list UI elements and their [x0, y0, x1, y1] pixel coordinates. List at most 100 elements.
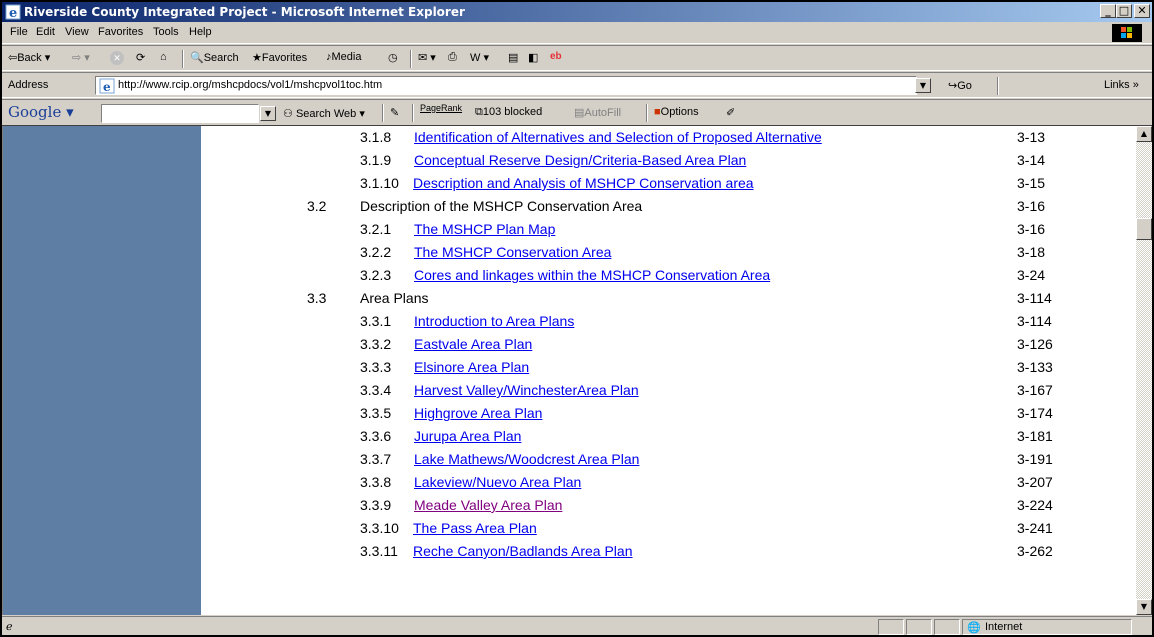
toc-link[interactable]: Highgrove Area Plan: [414, 405, 542, 421]
print-button[interactable]: ⎙: [448, 51, 457, 64]
window-title: Riverside County Integrated Project - Mi…: [24, 5, 465, 19]
toc-page-number: 3-15: [1017, 175, 1046, 191]
messenger-button[interactable]: ◧: [528, 51, 538, 64]
toc-link[interactable]: The MSHCP Conservation Area: [414, 244, 611, 260]
browser-window: e Riverside County Integrated Project - …: [0, 0, 1154, 637]
page-content: 3.1.8 Identification of Alternatives and …: [2, 126, 1136, 615]
toc-section-number: 3.3.3: [360, 359, 392, 375]
toc-link[interactable]: Lake Mathews/Woodcrest Area Plan: [414, 451, 639, 467]
address-field[interactable]: e http://www.rcip.org/mshcpdocs/vol1/msh…: [95, 76, 917, 95]
go-button[interactable]: ↪Go: [948, 79, 972, 92]
home-button[interactable]: ⌂: [160, 51, 167, 63]
toc-link[interactable]: The MSHCP Plan Map: [414, 221, 555, 237]
toc-row: 3.3.4 Harvest Valley/WinchesterArea Plan 3…: [3, 379, 1136, 402]
toc-link[interactable]: Elsinore Area Plan: [414, 359, 529, 375]
refresh-button[interactable]: ⟳: [136, 51, 145, 64]
highlight-button[interactable]: ✎: [390, 106, 399, 119]
mail-button[interactable]: ✉ ▾: [418, 51, 436, 64]
windows-logo-icon: [1112, 24, 1142, 42]
scroll-up-button[interactable]: ▲: [1136, 126, 1152, 142]
title-bar[interactable]: e Riverside County Integrated Project - …: [2, 2, 1152, 22]
toc-link[interactable]: Eastvale Area Plan: [414, 336, 532, 352]
forward-button[interactable]: ⇨ ▾: [72, 51, 90, 64]
toc-page-number: 3-167: [1017, 382, 1053, 398]
history-button[interactable]: ◷: [388, 51, 398, 64]
toc-section-number: 3.3.6: [360, 428, 392, 444]
google-search-input[interactable]: [101, 104, 259, 123]
toolbar-separator: [646, 104, 648, 122]
toc-page-number: 3-174: [1017, 405, 1053, 421]
minimize-button[interactable]: _: [1100, 4, 1116, 18]
ebay-button[interactable]: eb: [550, 51, 562, 62]
toc-link[interactable]: Cores and linkages within the MSHCP Cons…: [414, 267, 770, 283]
toc-link[interactable]: Reche Canyon/Badlands Area Plan: [413, 543, 632, 559]
toc-link[interactable]: Harvest Valley/WinchesterArea Plan: [414, 382, 639, 398]
media-button[interactable]: ♪Media: [326, 51, 361, 63]
menu-edit[interactable]: Edit: [36, 26, 55, 38]
toc-page-number: 3-16: [1017, 221, 1046, 237]
forward-arrow-icon: ⇨ ▾: [72, 52, 90, 64]
toc-link[interactable]: Description and Analysis of MSHCP Conser…: [413, 175, 754, 191]
search-button[interactable]: 🔍Search: [190, 51, 239, 64]
toc-page-number: 3-24: [1017, 267, 1046, 283]
menu-tools[interactable]: Tools: [153, 26, 179, 38]
status-pane: [878, 619, 904, 635]
back-arrow-icon: ⇦: [8, 52, 18, 64]
google-toolbar: Google ▾ ▼ ⚇ Search Web ▾ ✎ PageRank ⧉10…: [2, 99, 1152, 126]
toc-row: 3.3.3 Elsinore Area Plan 3-133: [3, 356, 1136, 379]
toc-section-number: 3.3.7: [360, 451, 392, 467]
toc-section-number: 3.2.2: [360, 244, 392, 260]
standard-toolbar: ⇦Back ▾ ⇨ ▾ ✕ ⟳ ⌂ 🔍Search ★Favorites ♪Me…: [2, 45, 1152, 71]
toc-link[interactable]: Introduction to Area Plans: [414, 313, 574, 329]
scroll-thumb[interactable]: [1136, 218, 1152, 240]
address-bar: Address e http://www.rcip.org/mshcpdocs/…: [2, 72, 1152, 98]
toc-link[interactable]: Lakeview/Nuevo Area Plan: [414, 474, 581, 490]
vertical-scrollbar[interactable]: ▲ ▼: [1136, 126, 1152, 615]
discuss-button[interactable]: ▤: [508, 51, 518, 64]
scroll-down-button[interactable]: ▼: [1136, 599, 1152, 615]
toc-link[interactable]: Jurupa Area Plan: [414, 428, 521, 444]
toc-section-number: 3.3: [307, 290, 327, 306]
autofill-button[interactable]: ▤AutoFill: [574, 106, 621, 119]
back-button[interactable]: ⇦Back ▾: [8, 51, 50, 64]
popup-blocker-button[interactable]: ⧉103 blocked: [475, 106, 542, 119]
toc-page-number: 3-114: [1017, 313, 1052, 329]
menu-file[interactable]: File: [10, 26, 28, 38]
google-dropdown-button[interactable]: ▼: [260, 106, 276, 121]
stop-button[interactable]: ✕: [110, 51, 124, 65]
menu-view[interactable]: View: [65, 26, 89, 38]
toc-page-number: 3-18: [1017, 244, 1046, 260]
links-button[interactable]: Links »: [1104, 79, 1139, 91]
toc-link[interactable]: Conceptual Reserve Design/Criteria-Based…: [414, 152, 746, 168]
toc-row: 3.1.8 Identification of Alternatives and …: [3, 126, 1136, 149]
toc-link[interactable]: Meade Valley Area Plan: [414, 497, 562, 513]
favorites-button[interactable]: ★Favorites: [252, 51, 307, 64]
toc-section-number: 3.3.10: [360, 520, 399, 536]
home-icon: ⌂: [160, 51, 167, 63]
menu-favorites[interactable]: Favorites: [98, 26, 143, 38]
favorites-icon: ★: [252, 52, 262, 64]
toc-section-number: 3.1.9: [360, 152, 392, 168]
google-logo[interactable]: Google ▾: [8, 103, 74, 121]
pagerank-indicator[interactable]: PageRank: [420, 103, 462, 113]
menu-help[interactable]: Help: [189, 26, 212, 38]
toc-row: 3.1.10 Description and Analysis of MSHCP …: [3, 172, 1136, 195]
maximize-button[interactable]: □: [1116, 4, 1132, 18]
edit-button[interactable]: W ▾: [470, 51, 489, 64]
toc-section-number: 3.3.2: [360, 336, 392, 352]
messenger-icon: ◧: [528, 52, 539, 64]
search-web-button[interactable]: ⚇ Search Web ▾: [283, 107, 365, 120]
toc-row: 3.2.1 The MSHCP Plan Map 3-16: [3, 218, 1136, 241]
toc-page-number: 3-191: [1017, 451, 1053, 467]
toc-link[interactable]: Identification of Alternatives and Selec…: [414, 129, 822, 145]
options-button[interactable]: ■Options: [654, 106, 699, 118]
pencil-icon: ✐: [726, 107, 736, 119]
toc-page-number: 3-224: [1017, 497, 1053, 513]
close-button[interactable]: ✕: [1134, 4, 1150, 18]
toolbar-separator: [182, 50, 184, 68]
address-dropdown-button[interactable]: ▼: [915, 78, 931, 93]
menu-bar: File Edit View Favorites Tools Help: [2, 22, 1152, 44]
toc-section-number: 3.3.1: [360, 313, 392, 329]
refresh-icon: ⟳: [136, 52, 146, 64]
toc-link[interactable]: The Pass Area Plan: [413, 520, 537, 536]
